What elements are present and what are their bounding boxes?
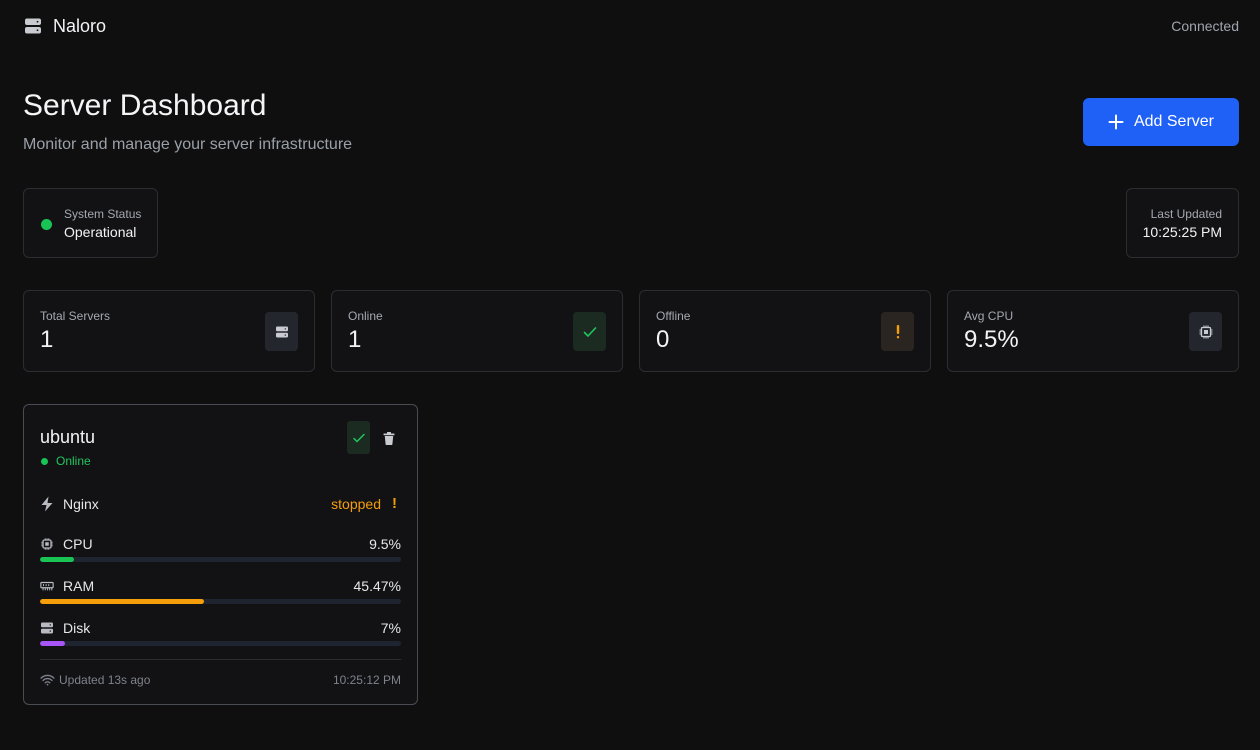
online-dot [41, 458, 48, 465]
metric-cpu: CPU 9.5% [40, 535, 401, 562]
brand[interactable]: Naloro [24, 16, 106, 36]
bolt-icon [40, 496, 54, 517]
metric-value: 9.5% [369, 536, 401, 552]
server-icon [265, 312, 298, 351]
updated-ago-text: Updated 13s ago [59, 673, 151, 687]
system-status-label: System Status [64, 207, 142, 221]
stat-value: 9.5% [964, 326, 1019, 353]
app-name: Naloro [53, 16, 107, 36]
system-status-panel: System Status Operational [23, 188, 158, 258]
alert-icon [881, 312, 914, 351]
stat-label: Avg CPU [964, 309, 1014, 323]
progress-fill [40, 641, 66, 646]
add-server-button[interactable]: Add Server [1083, 98, 1239, 146]
service-row: Nginx stopped ! [40, 495, 401, 513]
progress-track [40, 641, 401, 646]
wifi-icon [40, 674, 55, 686]
updated-ago: Updated 13s ago [40, 673, 150, 687]
server-status: Online [56, 454, 91, 468]
progress-track [40, 557, 401, 562]
add-server-label: Add Server [1133, 113, 1215, 130]
server-name: ubuntu [40, 427, 96, 447]
last-updated-panel: Last Updated 10:25:25 PM [1126, 188, 1239, 258]
check-icon [352, 433, 365, 442]
metric-name: CPU [63, 536, 93, 552]
server-healthy-button[interactable] [347, 421, 370, 454]
metric-name: Disk [63, 620, 91, 636]
last-updated-value: 10:25:25 PM [1142, 224, 1222, 240]
top-bar: Naloro Connected [0, 0, 1260, 52]
server-icon [24, 17, 42, 35]
metric-name: RAM [63, 578, 95, 594]
system-status-value: Operational [64, 224, 137, 240]
connection-status: Connected [1171, 18, 1239, 34]
check-icon [573, 312, 606, 351]
service-name: Nginx [63, 496, 99, 512]
status-dot [41, 219, 52, 230]
page-subtitle: Monitor and manage your server infrastru… [23, 136, 353, 153]
stat-value: 1 [40, 326, 54, 353]
updated-time: 10:25:12 PM [332, 673, 401, 687]
progress-track [40, 599, 401, 604]
trash-icon [383, 431, 395, 445]
stat-label: Online [348, 309, 383, 323]
stat-total-servers: Total Servers 1 [23, 290, 315, 372]
metric-ram: RAM 45.47% [40, 577, 401, 604]
stat-value: 1 [348, 326, 362, 353]
page-title: Server Dashboard [23, 89, 267, 122]
progress-fill [40, 557, 75, 562]
divider [40, 659, 401, 660]
metric-value: 7% [380, 620, 401, 636]
warning-icon: ! [392, 495, 397, 512]
disk-icon [40, 621, 54, 640]
stat-avg-cpu: Avg CPU 9.5% [947, 290, 1239, 372]
stat-label: Total Servers [40, 309, 111, 323]
cpu-icon [40, 537, 54, 556]
stat-label: Offline [656, 309, 691, 323]
stat-online: Online 1 [331, 290, 623, 372]
metric-value: 45.47% [353, 578, 401, 594]
delete-server-button[interactable] [381, 429, 397, 447]
memory-icon [40, 579, 54, 598]
stat-offline: Offline 0 [639, 290, 931, 372]
stat-value: 0 [656, 326, 670, 353]
service-status: stopped [331, 496, 381, 512]
last-updated-label: Last Updated [1150, 207, 1222, 221]
progress-fill [40, 599, 205, 604]
cpu-icon [1189, 312, 1222, 351]
metric-disk: Disk 7% [40, 619, 401, 646]
plus-icon [1108, 114, 1124, 130]
server-card[interactable]: ubuntu Online Nginx stopped ! CPU 9.5% R… [23, 404, 418, 705]
